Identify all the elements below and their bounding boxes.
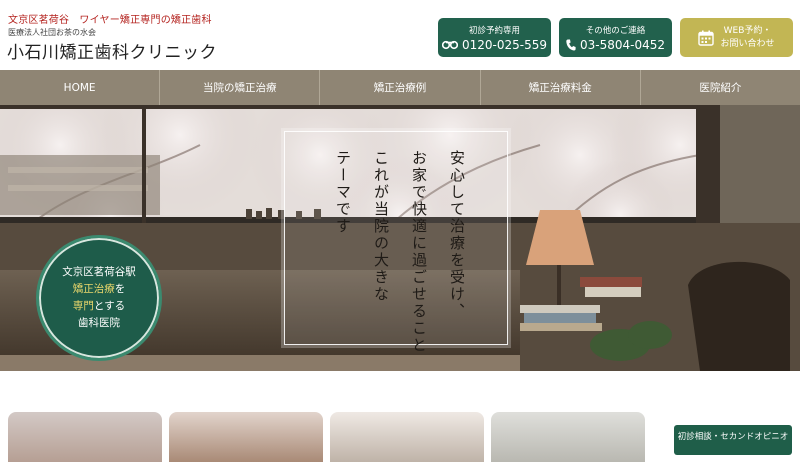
badge-highlight-specialty: 専門 [72,300,94,312]
web-reservation-label-1: WEB予約・ [723,25,772,36]
badge-line-3-suffix: とする [93,300,126,312]
corporation-name: 医療法人社団お茶の水会 [8,28,96,37]
badge-line-2-suffix: を [114,283,126,295]
badge-line-2: 矯正治療を [73,281,126,298]
free-dial-icon [441,40,458,50]
nav-item-clinic-intro[interactable]: 医院紹介 [641,70,800,105]
other-contact-caption: その他のご連絡 [585,26,646,36]
hero-copy-line-3: これが当院の大きな [372,150,390,303]
other-contact-call-button[interactable]: その他のご連絡 03-5804-0452 [559,18,672,57]
nav-item-orthodontic-treatment[interactable]: 当院の矯正治療 [160,70,321,105]
feature-card-4-image[interactable] [491,412,645,462]
hero-badge: 文京区茗荷谷駅 矯正治療を 専門とする 歯科医院 [36,235,162,361]
web-reservation-button[interactable]: WEB予約・ お問い合わせ [680,18,793,57]
first-visit-call-button[interactable]: 初診予約専用 0120-025-559 [438,18,551,57]
header-tagline: 文京区茗荷谷 ワイヤー矯正専門の矯正歯科 [8,15,212,26]
hero-copy-line-2: お家で快適に過ごせること [410,150,428,354]
other-contact-phone: 03-5804-0452 [579,38,665,52]
badge-highlight-orthodontics: 矯正治療 [72,283,115,295]
phone-icon [566,39,576,51]
calendar-icon [698,30,715,46]
clinic-logo-name[interactable]: 小石川矯正歯科クリニック [7,38,217,63]
first-visit-phone: 0120-025-559 [461,38,547,52]
nav-item-treatment-cases[interactable]: 矯正治療例 [320,70,481,105]
first-visit-caption: 初診予約専用 [468,26,520,36]
hero-copy-line-1: 安心して治療を受け、 [448,150,466,320]
hero-copy-box: 安心して治療を受け、 お家で快適に過ごせること これが当院の大きな テーマです [284,131,508,354]
site-header: 文京区茗荷谷 ワイヤー矯正専門の矯正歯科 医療法人社団お茶の水会 小石川矯正歯科… [0,0,800,70]
feature-card-2-image[interactable] [169,412,323,462]
feature-card-1-image[interactable] [8,412,162,462]
consultation-second-opinion-button[interactable]: 初診相談・セカンドオピニオン [674,425,792,466]
nav-item-home[interactable]: HOME [0,70,161,105]
web-reservation-label-2: お問い合わせ [720,38,775,49]
badge-line-3: 専門とする [73,298,125,315]
hero-copy-line-4: テーマです [334,150,352,235]
global-nav: HOME 当院の矯正治療 矯正治療例 矯正治療料金 医院紹介 [0,70,800,105]
badge-line-4: 歯科医院 [78,317,120,329]
feature-card-3-image[interactable] [330,412,484,462]
nav-item-treatment-fees[interactable]: 矯正治療料金 [481,70,641,105]
badge-line-1: 文京区茗荷谷駅 [62,266,136,278]
